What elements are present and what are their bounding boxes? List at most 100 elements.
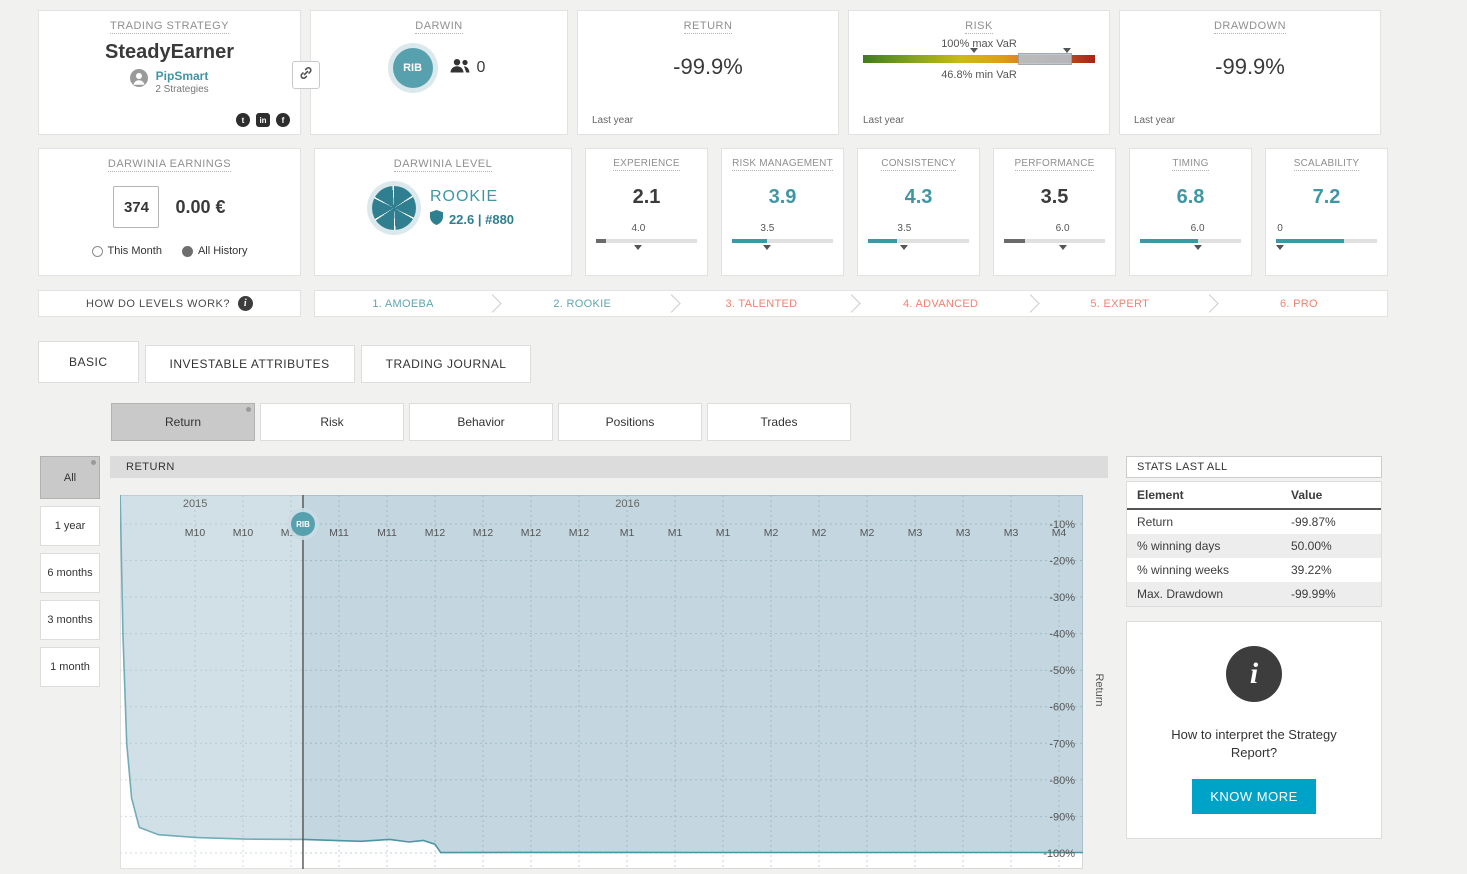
svg-text:-90%: -90% bbox=[1049, 811, 1075, 823]
svg-text:RIB: RIB bbox=[296, 520, 310, 529]
range-label: 1 year bbox=[55, 520, 86, 532]
svg-text:Return: Return bbox=[1093, 673, 1105, 706]
radio-selected-icon[interactable] bbox=[182, 246, 193, 257]
range-1-year-button[interactable]: 1 year bbox=[40, 506, 100, 546]
attribute-title: TIMING bbox=[1130, 149, 1251, 169]
attribute-value: 3.5 bbox=[994, 186, 1115, 209]
earnings-option-all-history[interactable]: All History bbox=[182, 245, 248, 257]
attribute-marker-icon bbox=[763, 245, 771, 250]
stat-value: -99.99% bbox=[1291, 587, 1371, 601]
range-label: 3 months bbox=[47, 614, 92, 626]
tab-investable-attributes[interactable]: INVESTABLE ATTRIBUTES bbox=[145, 345, 355, 383]
twitter-icon[interactable]: t bbox=[236, 113, 250, 127]
subtab-label: Behavior bbox=[457, 415, 504, 429]
earnings-title: DARWINIA EARNINGS bbox=[39, 149, 300, 170]
attribute-card-scalability: SCALABILITY 7.2 0 bbox=[1265, 148, 1388, 276]
attribute-value: 7.2 bbox=[1266, 186, 1387, 209]
range-all-button[interactable]: All bbox=[40, 456, 100, 499]
know-more-button[interactable]: KNOW MORE bbox=[1192, 779, 1316, 814]
info-icon: i bbox=[238, 296, 253, 311]
subtab-positions[interactable]: Positions bbox=[558, 403, 702, 441]
level-step-rookie: 2. ROOKIE bbox=[494, 291, 670, 316]
attribute-scale: 6.0 bbox=[1191, 223, 1205, 234]
attribute-value: 6.8 bbox=[1130, 186, 1251, 209]
svg-text:M12: M12 bbox=[473, 527, 494, 539]
dot-icon bbox=[246, 407, 251, 412]
attribute-title: RISK MANAGEMENT bbox=[722, 149, 843, 169]
attribute-marker-icon bbox=[634, 245, 642, 250]
how-levels-work-button[interactable]: HOW DO LEVELS WORK? i bbox=[38, 290, 301, 317]
stats-header: STATS LAST ALL bbox=[1126, 456, 1382, 478]
range-3-months-button[interactable]: 3 months bbox=[40, 600, 100, 640]
facebook-icon[interactable]: f bbox=[276, 113, 290, 127]
subtab-return[interactable]: Return bbox=[111, 403, 255, 441]
owner-name[interactable]: PipSmart bbox=[155, 69, 208, 83]
return-chart[interactable]: 20152016M10M10M10M11M11M12M12M12M12M1M1M… bbox=[120, 495, 1108, 874]
risk-title: RISK bbox=[849, 11, 1109, 32]
svg-text:M1: M1 bbox=[620, 527, 635, 539]
level-step-expert: 5. EXPERT bbox=[1032, 291, 1208, 316]
levels-help-label: HOW DO LEVELS WORK? bbox=[86, 298, 230, 310]
subtab-label: Risk bbox=[320, 415, 343, 429]
svg-text:M2: M2 bbox=[860, 527, 875, 539]
attribute-bar bbox=[596, 239, 697, 243]
attribute-bar bbox=[1276, 239, 1377, 243]
investors-icon bbox=[449, 58, 471, 78]
radio-unselected-icon[interactable] bbox=[92, 246, 103, 257]
owner-row[interactable]: PipSmart 2 Strategies bbox=[39, 69, 300, 95]
subtab-trades[interactable]: Trades bbox=[707, 403, 851, 441]
svg-text:M3: M3 bbox=[1004, 527, 1019, 539]
attribute-bar bbox=[732, 239, 833, 243]
stat-value: 50.00% bbox=[1291, 539, 1371, 553]
svg-text:2016: 2016 bbox=[615, 498, 639, 510]
earnings-option-this-month[interactable]: This Month bbox=[92, 245, 162, 257]
subtab-behavior[interactable]: Behavior bbox=[409, 403, 553, 441]
share-link-button[interactable] bbox=[292, 61, 320, 89]
radio-label: All History bbox=[198, 245, 248, 257]
range-1-month-button[interactable]: 1 month bbox=[40, 647, 100, 687]
time-range-rail: All 1 year 6 months 3 months 1 month bbox=[40, 456, 100, 874]
attribute-card-performance: PERFORMANCE 3.5 6.0 bbox=[993, 148, 1116, 276]
chart-column: RETURN 20152016M10M10M10M11M11M12M12M12M… bbox=[110, 456, 1108, 874]
stats-table-header: Element Value bbox=[1127, 482, 1381, 510]
stats-col-element: Element bbox=[1137, 488, 1291, 502]
social-links: t in f bbox=[236, 113, 290, 127]
risk-card: RISK 100% max VaR 46.8% min VaR Last yea… bbox=[848, 10, 1110, 135]
svg-text:-50%: -50% bbox=[1049, 665, 1075, 677]
svg-text:-30%: -30% bbox=[1049, 592, 1075, 604]
attribute-value: 4.3 bbox=[858, 186, 979, 209]
svg-text:M2: M2 bbox=[764, 527, 779, 539]
tab-basic[interactable]: BASIC bbox=[38, 341, 139, 383]
stat-value: 39.22% bbox=[1291, 563, 1371, 577]
risk-marker-icon bbox=[1063, 48, 1071, 53]
level-steps: 1. AMOEBA 2. ROOKIE 3. TALENTED 4. ADVAN… bbox=[314, 290, 1388, 317]
dashboard: TRADING STRATEGY SteadyEarner PipSmart 2… bbox=[38, 10, 1388, 874]
attribute-card-consistency: CONSISTENCY 4.3 3.5 bbox=[857, 148, 980, 276]
svg-text:-70%: -70% bbox=[1049, 738, 1075, 750]
attribute-bar bbox=[1140, 239, 1241, 243]
table-row: % winning days 50.00% bbox=[1127, 534, 1381, 558]
attribute-marker-icon bbox=[1059, 245, 1067, 250]
interpret-info-card: i How to interpret the Strategy Report? … bbox=[1126, 621, 1382, 839]
attribute-value: 2.1 bbox=[586, 186, 707, 209]
linkedin-icon[interactable]: in bbox=[256, 113, 270, 127]
level-step-pro: 6. PRO bbox=[1211, 291, 1387, 316]
info-icon: i bbox=[1226, 646, 1282, 702]
subtab-risk[interactable]: Risk bbox=[260, 403, 404, 441]
stat-name: Max. Drawdown bbox=[1137, 587, 1291, 601]
return-period: Last year bbox=[592, 115, 633, 126]
attributes-row: DARWINIA EARNINGS 374 0.00 € This Month … bbox=[38, 148, 1388, 276]
trading-strategy-title: TRADING STRATEGY bbox=[39, 11, 300, 32]
return-value: -99.9% bbox=[578, 54, 838, 80]
tab-trading-journal[interactable]: TRADING JOURNAL bbox=[361, 345, 532, 383]
attribute-scale: 3.5 bbox=[897, 223, 911, 234]
svg-text:-100%: -100% bbox=[1043, 848, 1075, 860]
level-pie-icon bbox=[372, 186, 416, 230]
darwin-badge[interactable]: RIB bbox=[393, 48, 433, 88]
table-row: Max. Drawdown -99.99% bbox=[1127, 582, 1381, 606]
svg-text:M12: M12 bbox=[569, 527, 590, 539]
dot-icon bbox=[91, 460, 96, 465]
chart-panel-header: RETURN bbox=[110, 456, 1108, 478]
svg-text:M3: M3 bbox=[956, 527, 971, 539]
range-6-months-button[interactable]: 6 months bbox=[40, 553, 100, 593]
